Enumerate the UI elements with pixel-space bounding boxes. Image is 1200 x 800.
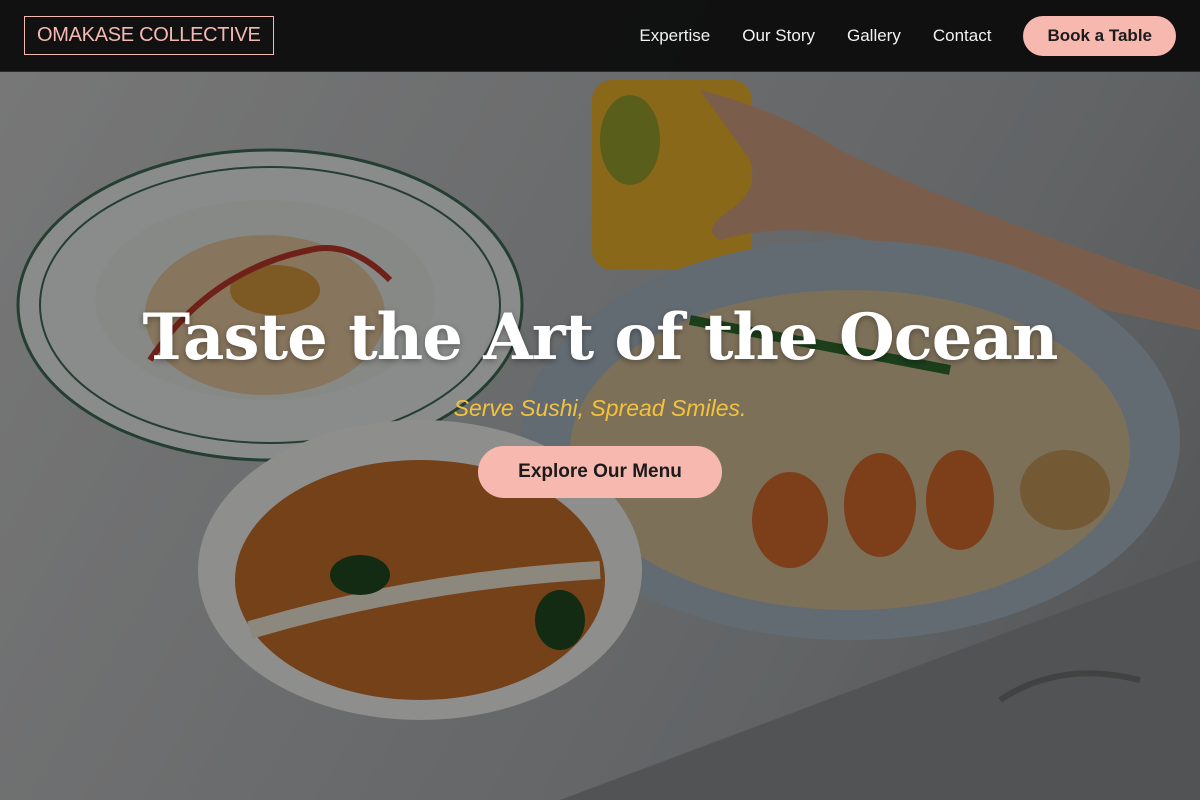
brand-logo[interactable]: OMAKASE COLLECTIVE xyxy=(24,16,274,55)
nav-link-contact[interactable]: Contact xyxy=(933,26,992,46)
navbar: OMAKASE COLLECTIVE Expertise Our Story G… xyxy=(0,0,1200,72)
nav-links: Expertise Our Story Gallery Contact xyxy=(639,26,991,46)
hero-content: Taste the Art of the Ocean Serve Sushi, … xyxy=(0,300,1200,498)
nav-link-gallery[interactable]: Gallery xyxy=(847,26,901,46)
nav-link-expertise[interactable]: Expertise xyxy=(639,26,710,46)
explore-menu-button[interactable]: Explore Our Menu xyxy=(478,445,722,498)
hero-subtitle: Serve Sushi, Spread Smiles. xyxy=(453,394,747,421)
book-table-button[interactable]: Book a Table xyxy=(1023,15,1176,56)
hero-title: Taste the Art of the Ocean xyxy=(142,300,1059,375)
nav-link-our-story[interactable]: Our Story xyxy=(742,26,815,46)
